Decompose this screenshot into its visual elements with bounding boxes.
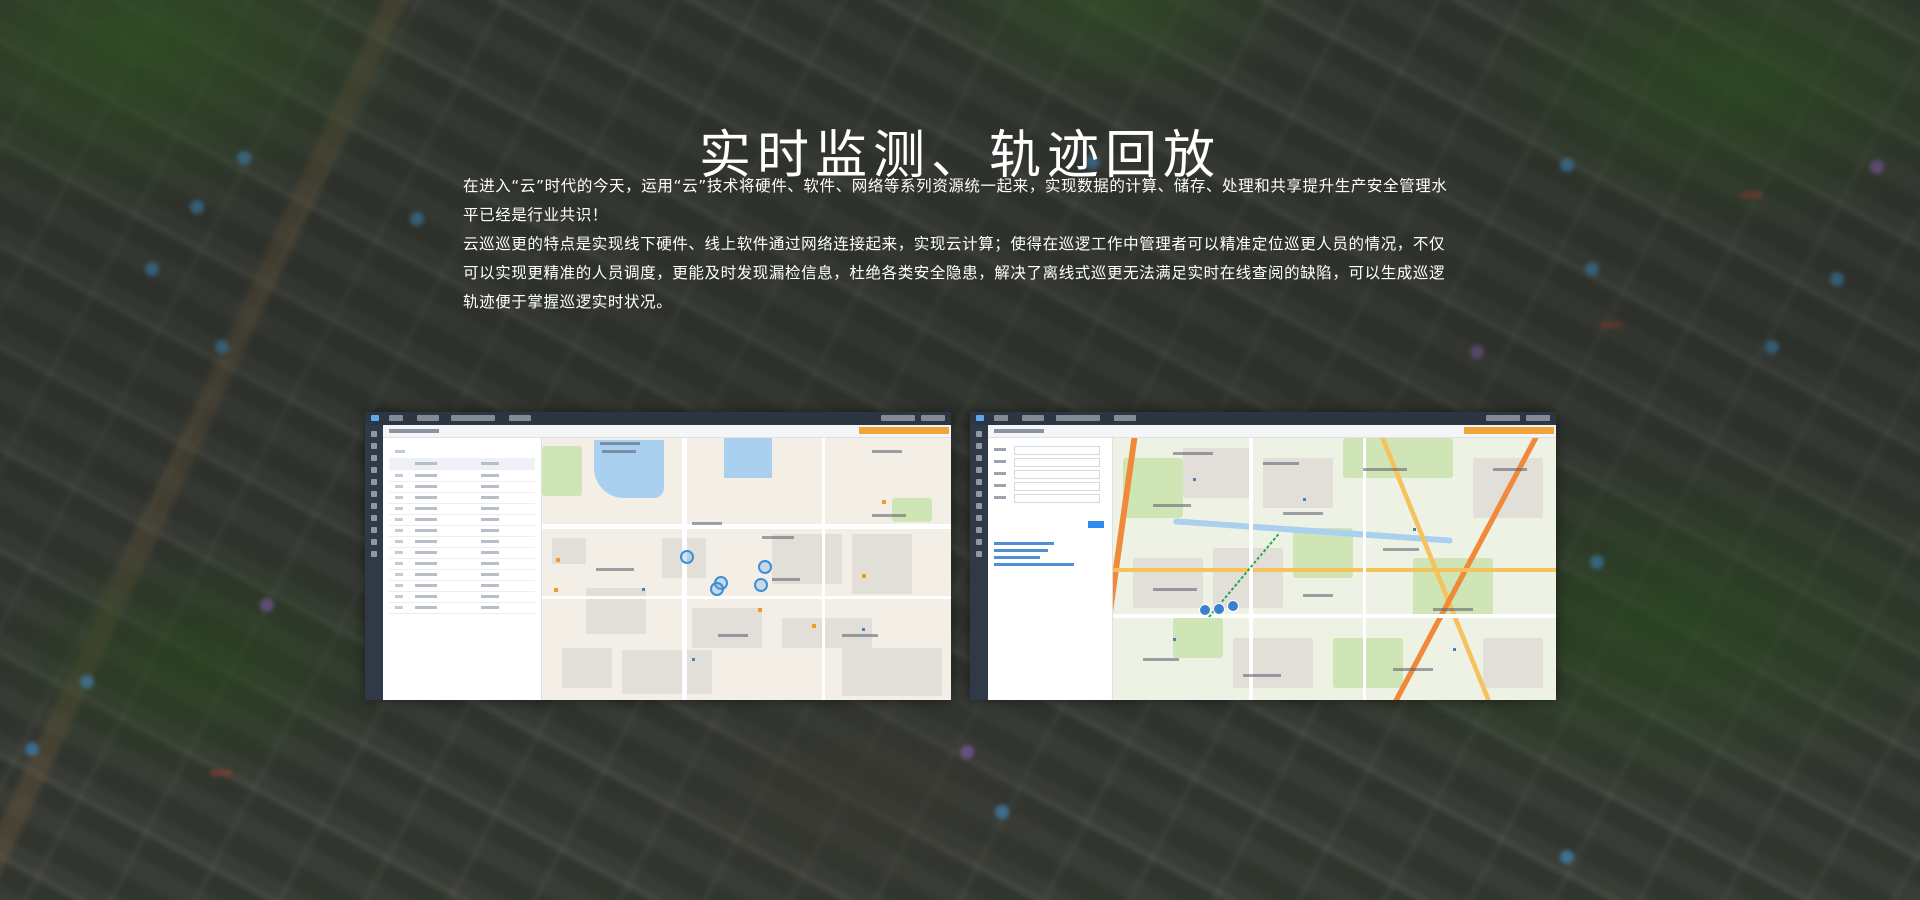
description-paragraph: 云巡巡更的特点是实现线下硬件、线上软件通过网络连接起来，实现云计算；使得在巡逻工…: [463, 235, 1446, 311]
personnel-list-panel: [383, 438, 542, 700]
alert-bar: [1464, 427, 1554, 434]
track-map: [1113, 438, 1556, 700]
track-record-link[interactable]: [994, 563, 1074, 566]
patrol-location-marker[interactable]: [758, 560, 772, 574]
panel-header: [988, 425, 1556, 438]
app-sidebar: [970, 425, 988, 700]
description: 在进入“云”时代的今天，运用“云”技术将硬件、软件、网络等系列资源统一起来，实现…: [463, 172, 1457, 317]
monitor-map: [542, 438, 951, 700]
query-button[interactable]: [1088, 521, 1104, 528]
patrol-location-marker[interactable]: [754, 578, 768, 592]
app-topbar: [970, 412, 1556, 425]
patrol-location-marker[interactable]: [680, 550, 694, 564]
description-paragraph: 在进入“云”时代的今天，运用“云”技术将硬件、软件、网络等系列资源统一起来，实现…: [463, 177, 1448, 224]
track-record-link[interactable]: [994, 542, 1054, 545]
patrol-track-point[interactable]: [1213, 603, 1225, 615]
track-record-link[interactable]: [994, 556, 1040, 559]
speed-field[interactable]: [1014, 494, 1100, 503]
patrol-location-marker[interactable]: [710, 582, 724, 596]
track-record-link[interactable]: [994, 549, 1048, 552]
patrol-track-point[interactable]: [1199, 604, 1211, 616]
track-query-panel: [988, 438, 1113, 700]
page-stage: 实时监测、轨迹回放 在进入“云”时代的今天，运用“云”技术将硬件、软件、网络等系…: [0, 0, 1920, 900]
app-topbar: [365, 412, 951, 425]
date-field[interactable]: [1014, 458, 1100, 467]
panel-header: [383, 425, 951, 438]
alert-bar: [859, 427, 949, 434]
time-range-field[interactable]: [1014, 470, 1100, 479]
patroller-select[interactable]: [1014, 482, 1100, 491]
realtime-monitor-screenshot: [365, 412, 951, 700]
app-sidebar: [365, 425, 383, 700]
route-select[interactable]: [1014, 446, 1100, 455]
track-playback-screenshot: [970, 412, 1556, 700]
patrol-track-point[interactable]: [1227, 600, 1239, 612]
